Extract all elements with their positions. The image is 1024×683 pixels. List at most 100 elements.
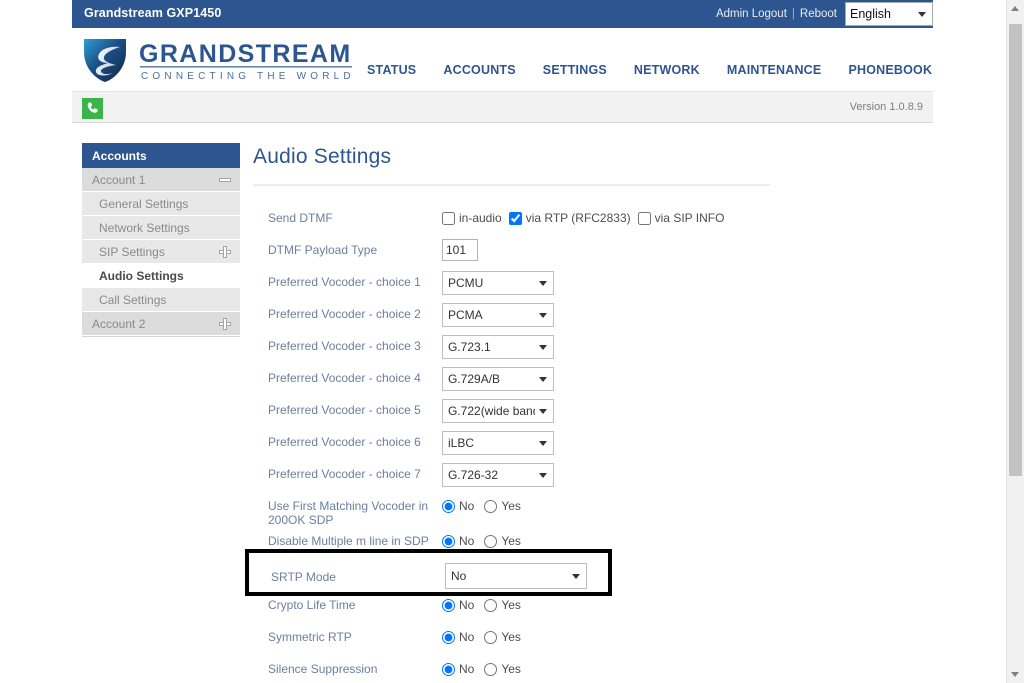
page-title: Audio Settings xyxy=(253,145,392,168)
radio-option[interactable]: No xyxy=(442,630,474,644)
radio-input[interactable] xyxy=(442,534,455,548)
form-row: Preferred Vocoder - choice 4 G.729A/B xyxy=(240,365,933,397)
radio-input[interactable] xyxy=(484,534,498,548)
radio-group: No Yes xyxy=(442,594,531,612)
checkbox-option[interactable]: via SIP INFO xyxy=(637,211,724,225)
radio-input[interactable] xyxy=(442,499,455,513)
option-label: No xyxy=(459,630,475,644)
sidebar-item-label: Audio Settings xyxy=(99,268,184,283)
sidebar-item-general-settings[interactable]: General Settings xyxy=(82,192,240,216)
nav-item-status[interactable]: STATUS xyxy=(367,63,416,77)
srtp-mode-label: SRTP Mode xyxy=(271,570,336,584)
form-row-control: No Yes xyxy=(442,594,531,612)
sidebar-item-account-2[interactable]: Account 2 xyxy=(82,312,240,336)
nav-item-settings[interactable]: SETTINGS xyxy=(543,63,607,77)
form-row: Crypto Life Time No Yes xyxy=(240,592,933,624)
collapse-minus-icon[interactable] xyxy=(219,174,231,186)
checkbox-option[interactable]: in-audio xyxy=(442,211,502,225)
form-row-control: G.722(wide band) xyxy=(442,399,554,423)
srtp-mode-select[interactable]: No xyxy=(445,563,587,589)
vertical-scrollbar[interactable] xyxy=(1006,0,1024,683)
checkbox-option[interactable]: via RTP (RFC2833) xyxy=(508,211,631,225)
option-label: in-audio xyxy=(459,211,502,225)
expand-plus-icon[interactable] xyxy=(219,317,231,330)
select-wrapper: PCMA xyxy=(442,303,554,327)
form-row: Preferred Vocoder - choice 6 iLBC xyxy=(240,429,933,461)
sidebar-item-account-1[interactable]: Account 1 xyxy=(82,168,240,192)
select-wrapper: iLBC xyxy=(442,431,554,455)
radio-option[interactable]: No xyxy=(442,662,474,676)
form-row-label: Preferred Vocoder - choice 1 xyxy=(268,275,421,289)
vocoder-select[interactable]: G.726-32 xyxy=(442,463,554,487)
radio-input[interactable] xyxy=(442,598,455,612)
vocoder-select[interactable]: G.729A/B xyxy=(442,367,554,391)
sidebar-item-audio-settings[interactable]: Audio Settings xyxy=(82,264,240,288)
vocoder-select[interactable]: PCMA xyxy=(442,303,554,327)
header-separator: | xyxy=(791,8,795,20)
radio-input[interactable] xyxy=(484,662,498,676)
scrollbar-thumb[interactable] xyxy=(1009,24,1022,476)
option-label: Yes xyxy=(501,662,521,676)
radio-input[interactable] xyxy=(442,662,455,676)
radio-input[interactable] xyxy=(484,499,498,513)
nav-item-maintenance[interactable]: MAINTENANCE xyxy=(727,63,822,77)
expand-plus-icon[interactable] xyxy=(219,245,231,258)
nav-item-accounts[interactable]: ACCOUNTS xyxy=(443,63,515,77)
grandstream-logo: GRANDSTREAM CONNECTING THE WORLD xyxy=(82,36,357,84)
form-row-label: Symmetric RTP xyxy=(268,630,352,644)
radio-option[interactable]: Yes xyxy=(484,598,521,612)
select-wrapper: G.723.1 xyxy=(442,335,554,359)
form-row-label: Disable Multiple m line in SDP xyxy=(268,534,429,548)
radio-input[interactable] xyxy=(484,630,498,644)
srtp-mode-control: No xyxy=(445,563,587,589)
title-divider xyxy=(253,184,770,186)
radio-option[interactable]: No xyxy=(442,534,474,548)
vocoder-select[interactable]: PCMU xyxy=(442,271,554,295)
srtp-mode-highlight-box: SRTP Mode No xyxy=(245,549,612,596)
sidebar-item-sip-settings[interactable]: SIP Settings xyxy=(82,240,240,264)
checkbox-input[interactable] xyxy=(442,211,455,225)
radio-input[interactable] xyxy=(484,598,498,612)
form-row: Preferred Vocoder - choice 1 PCMU xyxy=(240,269,933,301)
radio-input[interactable] xyxy=(442,630,455,644)
browser-viewport: Grandstream GXP1450 Admin Logout | Reboo… xyxy=(0,0,1024,683)
checkbox-input[interactable] xyxy=(508,211,522,225)
form-row-control: G.723.1 xyxy=(442,335,554,359)
nav-item-network[interactable]: NETWORK xyxy=(634,63,700,77)
radio-option[interactable]: Yes xyxy=(484,534,521,548)
scroll-up-arrow-icon[interactable] xyxy=(1007,0,1024,17)
sidebar-item-label: General Settings xyxy=(99,196,189,211)
radio-option[interactable]: No xyxy=(442,598,474,612)
radio-option[interactable]: Yes xyxy=(484,630,521,644)
form-row-label: Use First Matching Vocoder in 200OK SDP xyxy=(268,499,429,527)
sidebar: Accounts Account 1 General Settings Netw… xyxy=(82,143,240,337)
checkbox-group: in-audio via RTP (RFC2833) via SIP INFO xyxy=(442,207,731,225)
sidebar-item-label: Account 2 xyxy=(92,316,146,331)
radio-option[interactable]: Yes xyxy=(484,662,521,676)
vocoder-select[interactable]: G.723.1 xyxy=(442,335,554,359)
scroll-down-arrow-icon[interactable] xyxy=(1007,666,1024,683)
radio-group: No Yes xyxy=(442,530,531,548)
vocoder-select[interactable]: iLBC xyxy=(442,431,554,455)
vocoder-select[interactable]: G.722(wide band) xyxy=(442,399,554,423)
admin-logout-link[interactable]: Admin Logout xyxy=(716,8,787,20)
sidebar-item-label: Account 1 xyxy=(92,172,146,187)
radio-option[interactable]: No xyxy=(442,499,474,513)
nav-item-phonebook[interactable]: PHONEBOOK xyxy=(848,63,932,77)
form-row-control xyxy=(442,239,478,261)
language-select[interactable]: English xyxy=(845,2,933,26)
status-bar: Version 1.0.8.9 xyxy=(72,91,933,123)
select-wrapper: PCMU xyxy=(442,271,554,295)
option-label: Yes xyxy=(501,630,521,644)
dtmf-payload-type-input[interactable] xyxy=(442,239,478,261)
sidebar-item-network-settings[interactable]: Network Settings xyxy=(82,216,240,240)
radio-group: No Yes xyxy=(442,495,531,513)
form-row-label: Send DTMF xyxy=(268,211,333,225)
checkbox-input[interactable] xyxy=(637,211,651,225)
svg-text:GRANDSTREAM: GRANDSTREAM xyxy=(139,40,352,68)
sidebar-item-call-settings[interactable]: Call Settings xyxy=(82,288,240,312)
form-row: Preferred Vocoder - choice 7 G.726-32 xyxy=(240,461,933,493)
reboot-link[interactable]: Reboot xyxy=(800,8,837,20)
sidebar-item-label: Network Settings xyxy=(99,220,190,235)
radio-option[interactable]: Yes xyxy=(484,499,521,513)
